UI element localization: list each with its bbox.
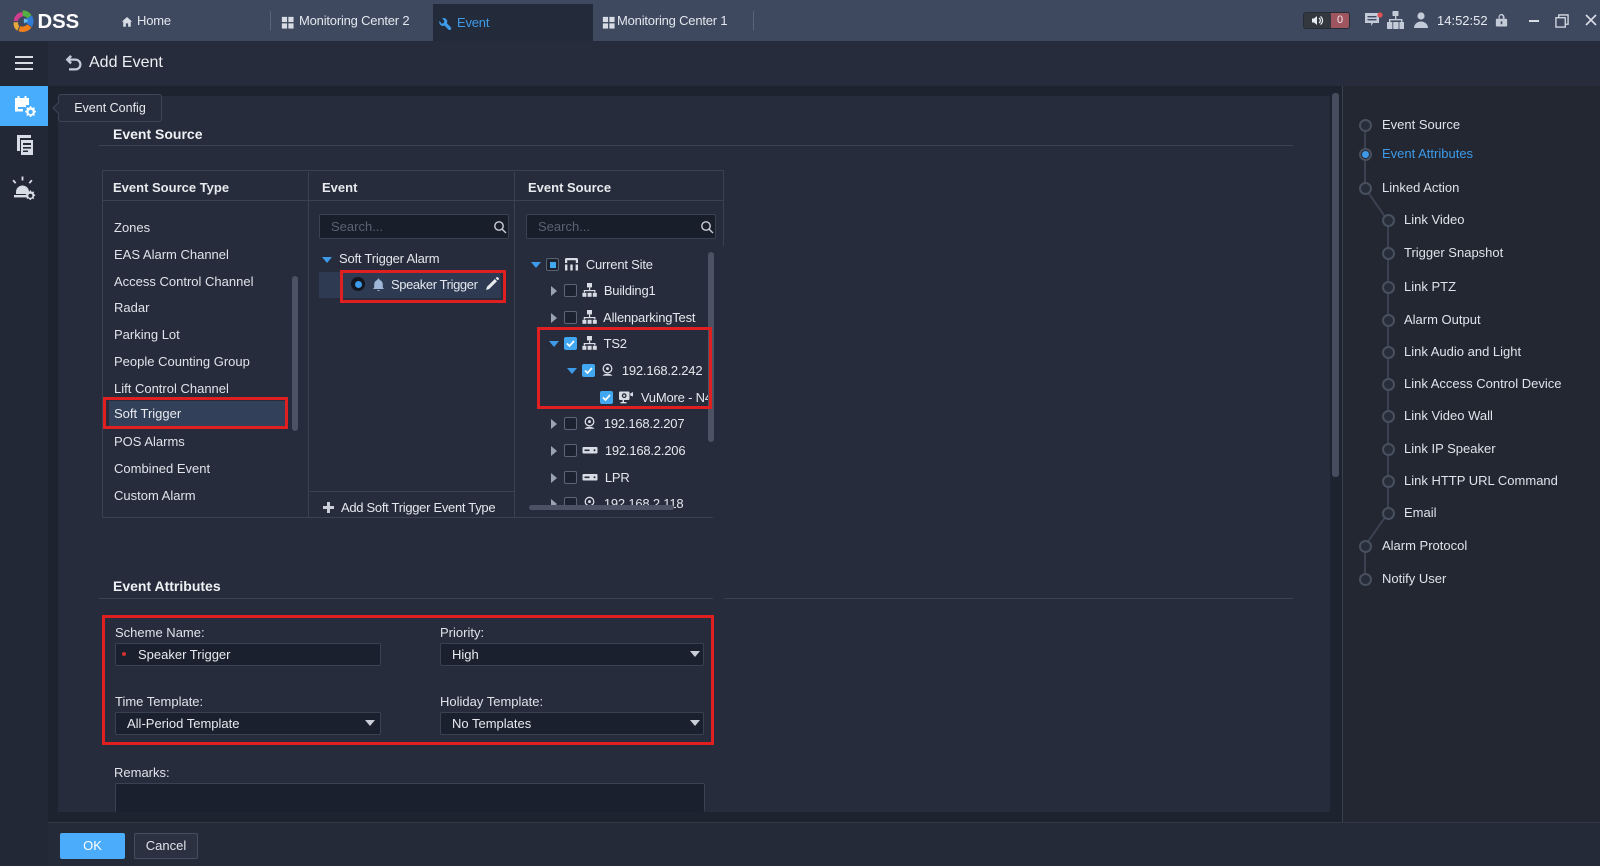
svg-text:DSS: DSS <box>37 11 79 33</box>
